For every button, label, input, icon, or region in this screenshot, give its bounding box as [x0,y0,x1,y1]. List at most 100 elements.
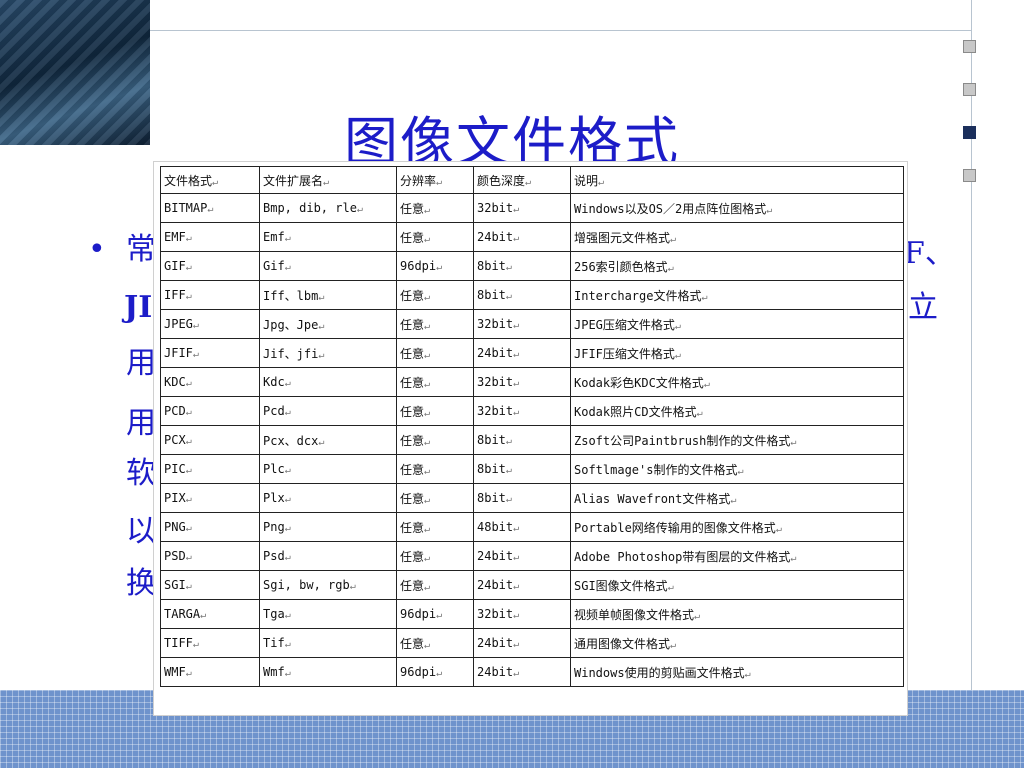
paragraph-mark-icon: ↵ [436,262,443,273]
cell-text: PNG [164,520,186,534]
table-cell: PCX↵ [160,425,260,455]
cell-text: 96dpi [400,259,437,273]
paragraph-mark-icon: ↵ [185,378,192,389]
table-cell: 8bit↵ [473,425,571,455]
table-cell: JFIF↵ [160,338,260,368]
table-header-cell: 分辨率↵ [396,166,474,194]
table-row: PNG↵ Png↵ 任意↵ 48bit↵ Portable网络传输用的图像文件格式↵ [160,512,904,542]
table-cell: Jif、jfi↵ [259,338,397,368]
paragraph-mark-icon: ↵ [192,349,199,360]
table-cell: Zsoft公司Paintbrush制作的文件格式↵ [570,425,904,455]
paragraph-mark-icon: ↵ [737,465,744,477]
paragraph-mark-icon: ↵ [670,233,677,245]
table-row: PIC↵ Plc↵ 任意↵ 8bit↵ Softlmage's制作的文件格式↵ [160,454,904,484]
paragraph-mark-icon: ↵ [670,639,677,651]
cell-text: SGI图像文件格式 [574,578,668,593]
cell-text: 通用图像文件格式 [574,636,671,651]
table-row: SGI↵ Sgi, bw, rgb↵ 任意↵ 24bit↵ SGI图像文件格式↵ [160,570,904,600]
cell-text: 32bit [477,375,514,389]
cell-text: Jif、jfi [263,346,319,361]
cell-text: IFF [164,288,186,302]
paragraph-mark-icon: ↵ [513,523,520,534]
cell-text: Kodak照片CD文件格式 [574,404,697,419]
paragraph-mark-icon: ↵ [424,552,431,564]
cell-text: BITMAP [164,201,208,215]
cell-text: Iff、lbm [263,288,319,303]
table-cell: PSD↵ [160,541,260,571]
table-cell: SGI图像文件格式↵ [570,570,904,600]
cell-text: 分辨率 [400,173,437,188]
paragraph-mark-icon: ↵ [185,494,192,505]
table-cell: 24bit↵ [473,628,571,658]
cell-text: 8bit [477,433,506,447]
table-cell: Iff、lbm↵ [259,280,397,310]
paragraph-mark-icon: ↵ [424,378,431,390]
cell-text: 增强图元文件格式 [574,230,671,245]
paragraph-mark-icon: ↵ [436,668,443,679]
table-cell: 96dpi↵ [396,657,474,687]
table-row: IFF↵ Iff、lbm↵ 任意↵ 8bit↵ Intercharge文件格式↵ [160,280,904,310]
paragraph-mark-icon: ↵ [185,233,192,244]
table-cell: Jpg、Jpe↵ [259,309,397,339]
paragraph-mark-icon: ↵ [598,176,605,188]
cell-text: PIC [164,462,186,476]
paragraph-mark-icon: ↵ [318,436,325,448]
paragraph-mark-icon: ↵ [667,581,674,593]
paragraph-mark-icon: ↵ [513,407,520,418]
cell-text: 8bit [477,491,506,505]
cell-text: PIX [164,491,186,505]
paragraph-mark-icon: ↵ [701,291,708,303]
table-cell: IFF↵ [160,280,260,310]
table-cell: 96dpi↵ [396,599,474,629]
table-cell: Windows以及OS／2用点阵位图格式↵ [570,193,904,223]
cell-text: KDC [164,375,186,389]
table-cell: Kdc↵ [259,367,397,397]
background-text-right-2: 立 [908,290,938,325]
paragraph-mark-icon: ↵ [513,581,520,592]
cell-text: Softlmage's制作的文件格式 [574,462,738,477]
paragraph-mark-icon: ↵ [192,639,199,650]
paragraph-mark-icon: ↵ [284,233,291,244]
table-cell: 任意↵ [396,425,474,455]
table-cell: Gif↵ [259,251,397,281]
cell-text: EMF [164,230,186,244]
table-cell: 任意↵ [396,512,474,542]
format-table-image: 文件格式↵ 文件扩展名↵ 分辨率↵ 颜色深度↵ 说明↵ BITMAP↵ Bmp, dib, … [153,161,908,716]
table-cell: PIC↵ [160,454,260,484]
table-header-cell: 文件格式↵ [160,166,260,194]
table-cell: 96dpi↵ [396,251,474,281]
table-cell: Png↵ [259,512,397,542]
background-text-left-line: 换 [126,566,156,601]
table-row: BITMAP↵ Bmp, dib, rle↵ 任意↵ 32bit↵ Windows以及O… [160,193,904,223]
paragraph-mark-icon: ↵ [185,523,192,534]
background-text-right-1: F、 [904,236,955,271]
table-cell: 任意↵ [396,338,474,368]
table-cell: Intercharge文件格式↵ [570,280,904,310]
table-cell: 8bit↵ [473,251,571,281]
paragraph-mark-icon: ↵ [424,523,431,535]
background-text-left-line: JI [124,290,153,325]
paragraph-mark-icon: ↵ [185,668,192,679]
table-cell: Adobe Photoshop带有图层的文件格式↵ [570,541,904,571]
paragraph-mark-icon: ↵ [318,291,325,303]
paragraph-mark-icon: ↵ [185,436,192,447]
cell-text: 任意 [400,346,425,361]
cell-text: WMF [164,665,186,679]
paragraph-mark-icon: ↵ [284,407,291,418]
cell-text: 任意 [400,375,425,390]
table-cell: 任意↵ [396,309,474,339]
table-cell: 8bit↵ [473,483,571,513]
table-cell: Plc↵ [259,454,397,484]
paragraph-mark-icon: ↵ [284,523,291,534]
table-cell: PCD↵ [160,396,260,426]
cell-text: 任意 [400,317,425,332]
cell-text: 任意 [400,404,425,419]
cell-text: Gif [263,259,285,273]
paragraph-mark-icon: ↵ [513,610,520,621]
table-cell: GIF↵ [160,251,260,281]
paragraph-mark-icon: ↵ [505,436,512,447]
table-cell: 任意↵ [396,483,474,513]
table-cell: 任意↵ [396,193,474,223]
paragraph-mark-icon: ↵ [284,610,291,621]
table-row: JFIF↵ Jif、jfi↵ 任意↵ 24bit↵ JFIF压缩文件格式↵ [160,338,904,368]
